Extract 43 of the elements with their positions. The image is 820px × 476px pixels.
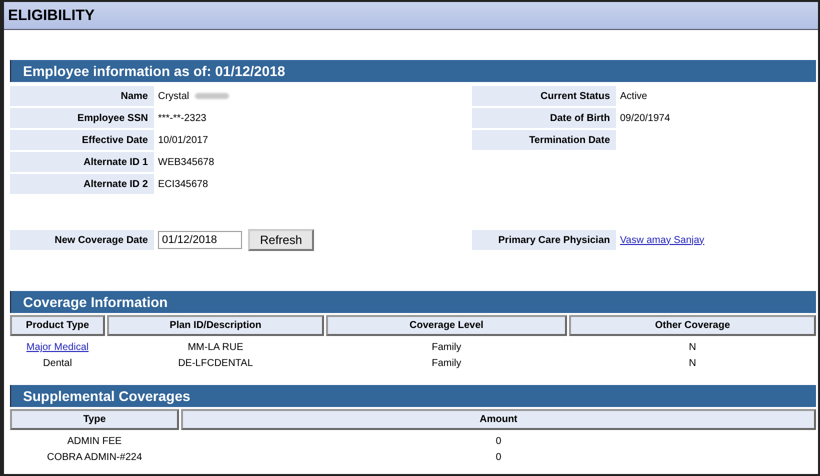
section-title: Employee information as of: 01/12/2018: [23, 63, 286, 79]
table-cell: 0: [496, 452, 502, 463]
table-cell: N: [688, 358, 696, 369]
field-label: Current Status: [472, 86, 616, 106]
field-value: ***-**-2323: [158, 112, 206, 124]
field-value: WEB345678: [158, 156, 214, 168]
column-header: Coverage Level: [326, 315, 567, 336]
column-header: Type: [10, 409, 179, 430]
page-title: ELIGIBILITY: [8, 7, 95, 24]
table-cell: N: [688, 342, 696, 353]
field-value: Crystal: [158, 90, 190, 102]
field-value: Active: [620, 90, 648, 102]
date-field[interactable]: 01/12/2018: [158, 231, 242, 249]
table-cell: MM-LA RUE: [188, 342, 244, 353]
table-cell: COBRA ADMIN-#224: [46, 452, 142, 463]
column-header: Other Coverage: [569, 315, 816, 336]
table-cell: ADMIN FEE: [67, 436, 122, 447]
table-cell: Dental: [43, 358, 72, 369]
field-label: Alternate ID 1: [10, 152, 154, 172]
column-header: Plan ID/Description: [107, 315, 324, 336]
field-label: Effective Date: [10, 130, 154, 150]
field-label: Alternate ID 2: [10, 174, 154, 194]
section-title: Supplemental Coverages: [23, 388, 190, 404]
field-label: New Coverage Date: [10, 230, 154, 250]
blurred-text: [195, 93, 230, 99]
column-header: Amount: [181, 409, 816, 430]
field-value: 09/20/1974: [620, 112, 670, 124]
refresh-button[interactable]: Refresh: [248, 229, 314, 251]
physician-link[interactable]: Vasw amay Sanjay: [620, 234, 704, 246]
section-title: Coverage Information: [23, 294, 168, 310]
field-label: Name: [10, 86, 154, 106]
field-label: Primary Care Physician: [472, 230, 616, 250]
field-value: ECI345678: [158, 178, 208, 190]
table-cell: DE-LFCDENTAL: [178, 358, 253, 369]
table-cell: 0: [496, 436, 502, 447]
field-label: Date of Birth: [472, 108, 616, 128]
table-cell: Family: [432, 342, 462, 353]
column-header: Product Type: [10, 315, 105, 336]
product-link[interactable]: Major Medical: [26, 342, 89, 353]
field-label: Employee SSN: [10, 108, 154, 128]
field-value: 10/01/2017: [158, 134, 208, 146]
table-cell: Family: [432, 358, 462, 369]
field-label: Termination Date: [472, 130, 616, 150]
